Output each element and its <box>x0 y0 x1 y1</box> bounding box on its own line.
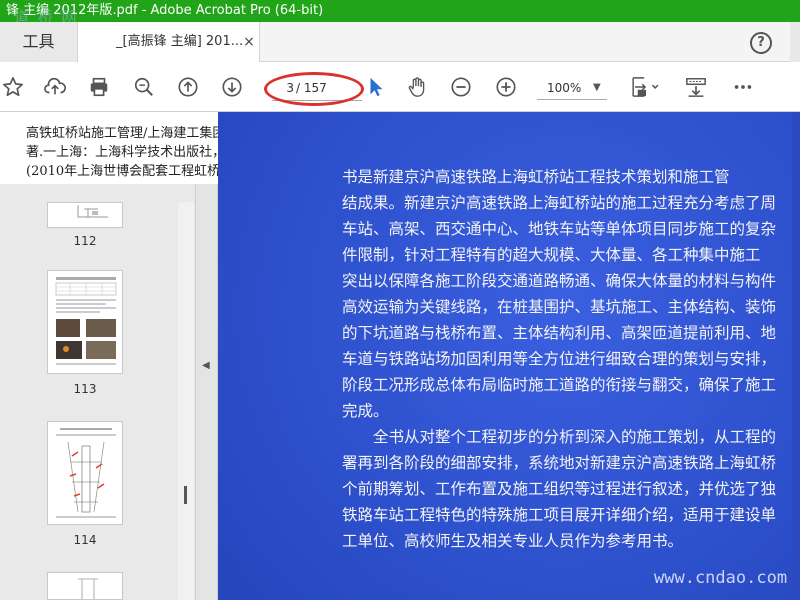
page-down-icon[interactable] <box>221 76 243 98</box>
print-icon[interactable] <box>88 76 110 98</box>
site-watermark-bottom: www.cndao.com <box>654 568 788 588</box>
panel-collapse-strip[interactable]: ◀ <box>196 112 218 600</box>
document-line: 阶段工况形成总体布局临时施工道路的衔接与翻交，确保了施工 <box>342 376 777 394</box>
zoom-search-icon[interactable] <box>133 76 155 98</box>
page-thumbnails-panel: 112 113 114 <box>0 112 196 600</box>
sidebar-scrollbar[interactable] <box>178 202 194 600</box>
page-thumbnail[interactable] <box>47 572 123 600</box>
help-icon[interactable]: ? <box>750 32 772 54</box>
hand-icon[interactable] <box>406 76 428 98</box>
chevron-down-icon: ▼ <box>593 82 601 93</box>
document-line: 件限制，针对工程特有的超大规模、大体量、各工种集中施工 <box>342 246 761 264</box>
document-line: 全书从对整个工程初步的分析到深入的施工策划，从工程的 <box>342 428 777 446</box>
window-title-bar: 锋 主编 2012年版.pdf - Adobe Acrobat Pro (64-… <box>0 0 800 22</box>
scrollbar-grip[interactable] <box>184 486 187 504</box>
page-thumbnail[interactable] <box>47 202 123 228</box>
zoom-level-dropdown[interactable]: 100% ▼ <box>537 78 607 100</box>
star-icon[interactable] <box>2 76 24 98</box>
document-line: 的下坑道路与栈桥布置、主体结构利用、高架匝道提前利用、地 <box>342 324 777 342</box>
zoom-level-value: 100% <box>547 81 582 95</box>
document-line: 车道与铁路站场加固利用等全方位进行细致合理的策划与安排， <box>342 350 777 368</box>
upload-cloud-icon[interactable] <box>44 76 66 98</box>
zoom-out-icon[interactable] <box>450 76 472 98</box>
thumbnail-label: 114 <box>73 533 97 547</box>
tabbar-edge <box>790 22 800 62</box>
document-line: 署再到各阶段的细部安排，系统地对新建京沪高速铁路上海虹桥 <box>342 454 777 472</box>
toolbar: 3 / 157 100% ▼ <box>0 62 800 112</box>
highlight-ellipse <box>264 72 364 106</box>
scroll-mode-icon[interactable] <box>685 76 707 98</box>
more-icon[interactable] <box>732 76 754 98</box>
page-thumbnail[interactable] <box>47 270 123 374</box>
tab-bar: 工具 _[高振锋 主编] 201... × ? <box>0 22 800 63</box>
document-line: 工单位、高校师生及相关专业人员作为参考用书。 <box>342 532 684 550</box>
thumbnail-label: 113 <box>73 382 97 396</box>
tab-document[interactable]: _[高振锋 主编] 201... <box>78 22 260 63</box>
fit-page-icon[interactable] <box>628 76 664 98</box>
document-page[interactable]: 书是新建京沪高速铁路上海虹桥站工程技术策划和施工管 结成果。新建京沪高速铁路上海… <box>218 112 800 600</box>
document-line: 铁路车站工程特色的特殊施工项目展开详细介绍，适用于建设单 <box>342 506 777 524</box>
page-up-icon[interactable] <box>177 76 199 98</box>
document-line: 书是新建京沪高速铁路上海虹桥站工程技术策划和施工管 <box>342 168 730 186</box>
close-tab-icon[interactable]: × <box>242 33 256 51</box>
document-text: 书是新建京沪高速铁路上海虹桥站工程技术策划和施工管 结成果。新建京沪高速铁路上海… <box>342 164 800 554</box>
document-line: 结成果。新建京沪高速铁路上海虹桥站的施工过程充分考虑了周 <box>342 194 777 212</box>
tab-tools[interactable]: 工具 <box>0 22 78 62</box>
document-line: 车站、高架、西交通中心、地铁车站等单体项目同步施工的复杂 <box>342 220 777 238</box>
document-right-edge <box>792 112 800 600</box>
select-cursor-icon[interactable] <box>365 76 387 98</box>
document-line: 高效运输为关键线路，在桩基围护、基坑施工、主体结构、装饰 <box>342 298 777 316</box>
document-line: 完成。 <box>342 402 389 420</box>
zoom-in-icon[interactable] <box>495 76 517 98</box>
document-line: 个前期筹划、工作布置及施工组织等过程进行叙述，并优选了独 <box>342 480 777 498</box>
thumbnail-label: 112 <box>73 234 97 248</box>
chevron-left-icon[interactable]: ◀ <box>202 360 212 374</box>
page-thumbnail[interactable] <box>47 421 123 525</box>
document-line: 突出以保障各施工阶段交通道路畅通、确保大体量的材料与构件 <box>342 272 777 290</box>
